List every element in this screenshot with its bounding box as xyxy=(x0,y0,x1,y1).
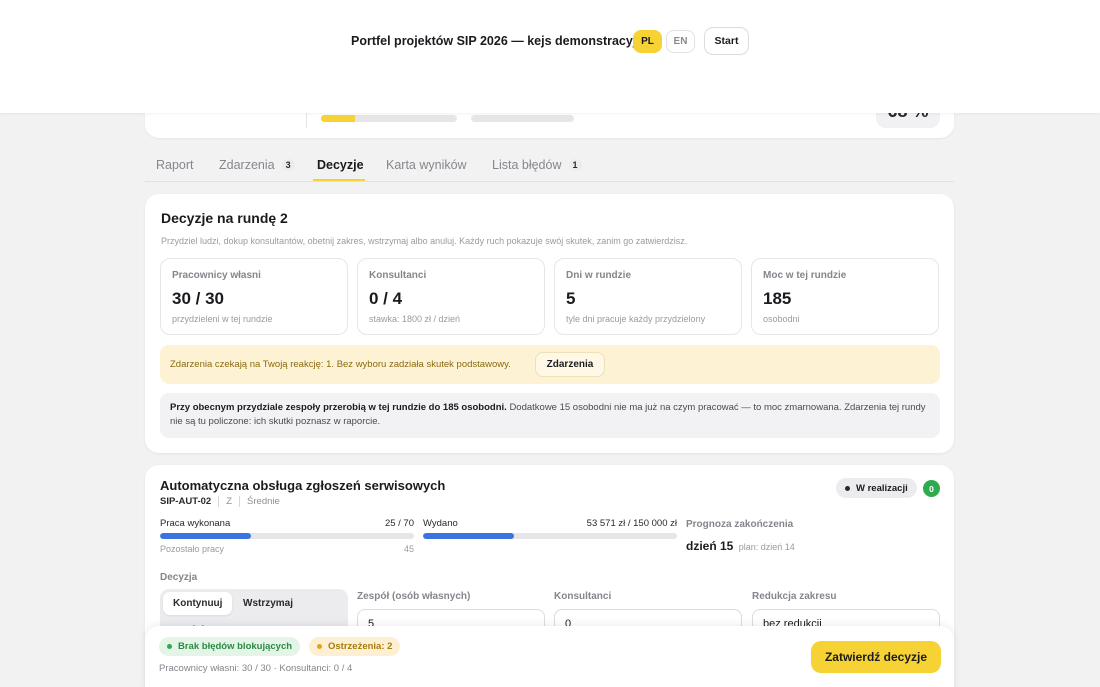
alert-text: Zdarzenia czekają na Twoją reakcję: 1. B… xyxy=(170,359,511,370)
tab-decyzje[interactable]: Decyzje xyxy=(317,158,364,172)
work-progress-bar xyxy=(160,533,414,539)
lang-pl-button[interactable]: PL xyxy=(633,30,662,53)
decisions-title: Decyzje na rundę 2 xyxy=(161,210,288,226)
ok-dot-icon xyxy=(167,644,172,649)
project-category: Z xyxy=(226,496,233,507)
stat-note: stawka: 1800 zł / dzień xyxy=(369,314,461,324)
tab-label: Raport xyxy=(156,158,194,172)
stat-value: 0 / 4 xyxy=(369,289,403,308)
stat-label: Konsultanci xyxy=(369,270,427,281)
project-title: Automatyczna obsługa zgłoszeń serwisowyc… xyxy=(160,478,446,493)
stat-own-workers: Pracownicy własni 30 / 30 przydzieleni w… xyxy=(160,258,348,335)
status-dot-icon xyxy=(845,485,850,491)
stat-label: Moc w tej rundzie xyxy=(763,270,847,281)
project-priority: Średnie xyxy=(247,496,280,507)
project-code: SIP-AUT-02 xyxy=(160,496,212,507)
forecast-plan: plan: dzień 14 xyxy=(738,542,795,552)
forecast-day: dzień 15 xyxy=(686,539,734,553)
decision-pause-option[interactable]: Wstrzymaj xyxy=(233,592,303,615)
tab-karta-wynikow[interactable]: Karta wyników xyxy=(386,158,467,172)
decisions-subtitle: Przydziel ludzi, dokup konsultantów, obe… xyxy=(161,236,688,246)
tab-zdarzenia[interactable]: Zdarzenia 3 xyxy=(219,158,295,172)
start-button[interactable]: Start xyxy=(704,27,749,55)
events-button[interactable]: Zdarzenia xyxy=(535,352,605,377)
team-label: Zespół (osób własnych) xyxy=(357,591,471,602)
divider xyxy=(239,496,241,507)
tab-count-badge: 1 xyxy=(568,159,582,171)
no-blocking-errors-badge: Brak błędów blokujących xyxy=(159,637,301,656)
scope-label: Redukcja zakresu xyxy=(752,591,837,602)
stat-label: Dni w rundzie xyxy=(566,270,631,281)
tab-raport[interactable]: Raport xyxy=(156,158,194,172)
work-label: Praca wykonana xyxy=(160,518,231,529)
capacity-info: Przy obecnym przydziale zespoły przerobi… xyxy=(160,393,940,438)
stat-note: przydzieleni w tej rundzie xyxy=(172,314,273,324)
stat-value: 5 xyxy=(566,289,576,308)
spent-value: 53 571 zł / 150 000 zł xyxy=(586,518,677,529)
stat-capacity: Moc w tej rundzie 185 osobodni xyxy=(751,258,939,335)
allocation-summary: Pracownicy własni: 30 / 30 · Konsultanci… xyxy=(159,663,353,674)
stat-days: Dni w rundzie 5 tyle dni pracuje każdy p… xyxy=(554,258,742,335)
budget-progress: Wydano 53 571 zł / 150 000 zł xyxy=(423,518,677,539)
warnings-badge[interactable]: Ostrzeżenia: 2 xyxy=(309,637,401,656)
forecast-value: dzień 15 plan: dzień 14 xyxy=(686,539,795,553)
stat-label: Pracownicy własni xyxy=(172,270,261,281)
stat-consultants: Konsultanci 0 / 4 stawka: 1800 zł / dzie… xyxy=(357,258,545,335)
summary-progress-bar xyxy=(321,115,457,122)
stat-note: tyle dni pracuje każdy przydzielony xyxy=(566,314,706,324)
forecast-label: Prognoza zakończenia xyxy=(686,519,794,530)
spent-label: Wydano xyxy=(423,518,458,529)
tab-label: Zdarzenia xyxy=(219,158,275,172)
tab-label: Decyzje xyxy=(317,158,364,172)
tab-bar: Raport Zdarzenia 3 Decyzje Karta wyników… xyxy=(145,150,954,182)
page-title: Portfel projektów SIP 2026 — kejs demons… xyxy=(351,34,651,48)
lang-en-button[interactable]: EN xyxy=(666,30,695,53)
divider xyxy=(218,496,220,507)
decision-label: Decyzja xyxy=(160,572,198,583)
active-tab-indicator xyxy=(313,179,365,181)
summary-progress-bar-2 xyxy=(471,115,574,122)
warning-dot-icon xyxy=(317,644,322,649)
tab-lista-bledow[interactable]: Lista błędów 1 xyxy=(492,158,582,172)
stat-value: 30 / 30 xyxy=(172,289,224,308)
info-bold: Przy obecnym przydziale zespoły przerobi… xyxy=(170,402,507,413)
bottom-action-bar: Brak błędów blokujących Ostrzeżenia: 2 P… xyxy=(145,626,954,687)
work-value: 25 / 70 xyxy=(384,518,414,529)
event-count-badge: 0 xyxy=(923,480,940,497)
stat-note: osobodni xyxy=(763,314,800,324)
work-progress: Praca wykonana 25 / 70 Pozostało pracy 4… xyxy=(160,518,414,554)
ok-label: Brak błędów blokujących xyxy=(178,641,293,652)
budget-progress-bar xyxy=(423,533,677,539)
stat-value: 185 xyxy=(763,289,792,308)
decision-continue-option[interactable]: Kontynuuj xyxy=(163,592,233,615)
consultants-label: Konsultanci xyxy=(554,591,612,602)
status-label: W realizacji xyxy=(856,482,908,494)
status-badge: W realizacji xyxy=(836,478,917,498)
remaining-value: 45 xyxy=(403,544,414,554)
tab-count-badge: 3 xyxy=(281,159,295,171)
remaining-label: Pozostało pracy xyxy=(160,544,225,554)
decisions-card: Decyzje na rundę 2 Przydziel ludzi, doku… xyxy=(145,194,954,453)
project-meta: SIP-AUT-02 Z Średnie xyxy=(160,496,280,507)
tab-label: Karta wyników xyxy=(386,158,467,172)
events-alert: Zdarzenia czekają na Twoją reakcję: 1. B… xyxy=(160,345,940,384)
confirm-decisions-button[interactable]: Zatwierdź decyzje xyxy=(811,641,941,673)
tab-label: Lista błędów xyxy=(492,158,562,172)
warn-label: Ostrzeżenia: 2 xyxy=(328,641,393,652)
top-header: Portfel projektów SIP 2026 — kejs demons… xyxy=(0,0,1100,113)
